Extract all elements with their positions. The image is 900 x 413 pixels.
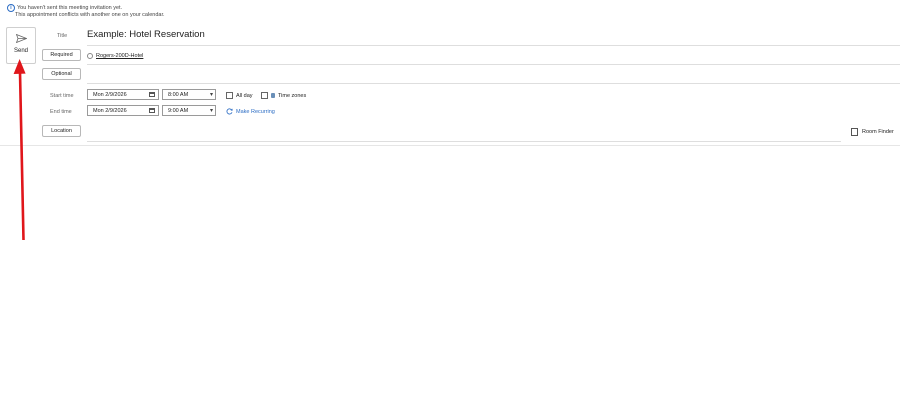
info-icon: i (7, 4, 15, 12)
all-day-checkbox[interactable]: All day (226, 92, 253, 99)
title-label: Title (57, 33, 68, 39)
location-button-label: Location (51, 128, 72, 134)
end-time-select[interactable]: 9:00 AM ▾ (162, 105, 216, 116)
start-time-label: Start time (50, 93, 74, 99)
end-date-field[interactable]: Mon 2/9/2026 (87, 105, 159, 116)
required-button-label: Required (50, 52, 73, 58)
time-zones-icon (271, 93, 275, 98)
all-day-label: All day (236, 92, 253, 99)
start-date-field[interactable]: Mon 2/9/2026 (87, 89, 159, 100)
chevron-down-icon: ▾ (209, 92, 213, 98)
chevron-down-icon: ▾ (209, 108, 213, 114)
annotation-arrow-icon (13, 59, 26, 241)
title-input[interactable]: Example: Hotel Reservation (87, 29, 205, 40)
room-finder-label: Room Finder (862, 129, 894, 135)
info-bar: i You haven't sent this meeting invitati… (7, 4, 165, 19)
optional-button-label: Optional (51, 71, 72, 77)
recurring-icon (226, 108, 233, 115)
meeting-compose-window: i You haven't sent this meeting invitati… (0, 0, 900, 413)
optional-underline (87, 83, 900, 84)
person-icon (87, 53, 93, 59)
required-underline (87, 64, 900, 65)
room-finder-icon (851, 128, 858, 136)
end-time-value: 9:00 AM (168, 107, 189, 114)
make-recurring-link[interactable]: Make Recurring (226, 108, 275, 115)
time-zones-toggle[interactable]: Time zones (261, 92, 306, 99)
send-icon (15, 34, 27, 43)
location-button[interactable]: Location (42, 125, 81, 137)
checkbox-box[interactable] (226, 92, 233, 99)
start-date-value: Mon 2/9/2026 (93, 91, 127, 98)
info-message-unsent: You haven't sent this meeting invitation… (17, 4, 123, 11)
title-underline (87, 45, 900, 46)
time-zones-label: Time zones (278, 92, 307, 99)
end-date-value: Mon 2/9/2026 (93, 107, 127, 114)
send-button-label: Send (13, 48, 28, 54)
make-recurring-label: Make Recurring (236, 108, 275, 115)
required-attendee-name: Rogers-200D-Hotel (96, 53, 144, 59)
calendar-icon[interactable] (149, 92, 155, 97)
start-time-select[interactable]: 8:00 AM ▾ (162, 89, 216, 100)
location-underline (87, 141, 841, 142)
room-finder-button[interactable]: Room Finder (851, 128, 894, 136)
required-attendee[interactable]: Rogers-200D-Hotel (87, 53, 143, 59)
required-button[interactable]: Required (42, 49, 81, 61)
end-time-label: End time (50, 109, 72, 115)
checkbox-box[interactable] (261, 92, 268, 99)
optional-button[interactable]: Optional (42, 68, 81, 80)
header-divider (0, 145, 900, 146)
info-message-conflict: This appointment conflicts with another … (15, 12, 165, 18)
calendar-icon[interactable] (149, 108, 155, 113)
start-time-value: 8:00 AM (168, 91, 189, 98)
